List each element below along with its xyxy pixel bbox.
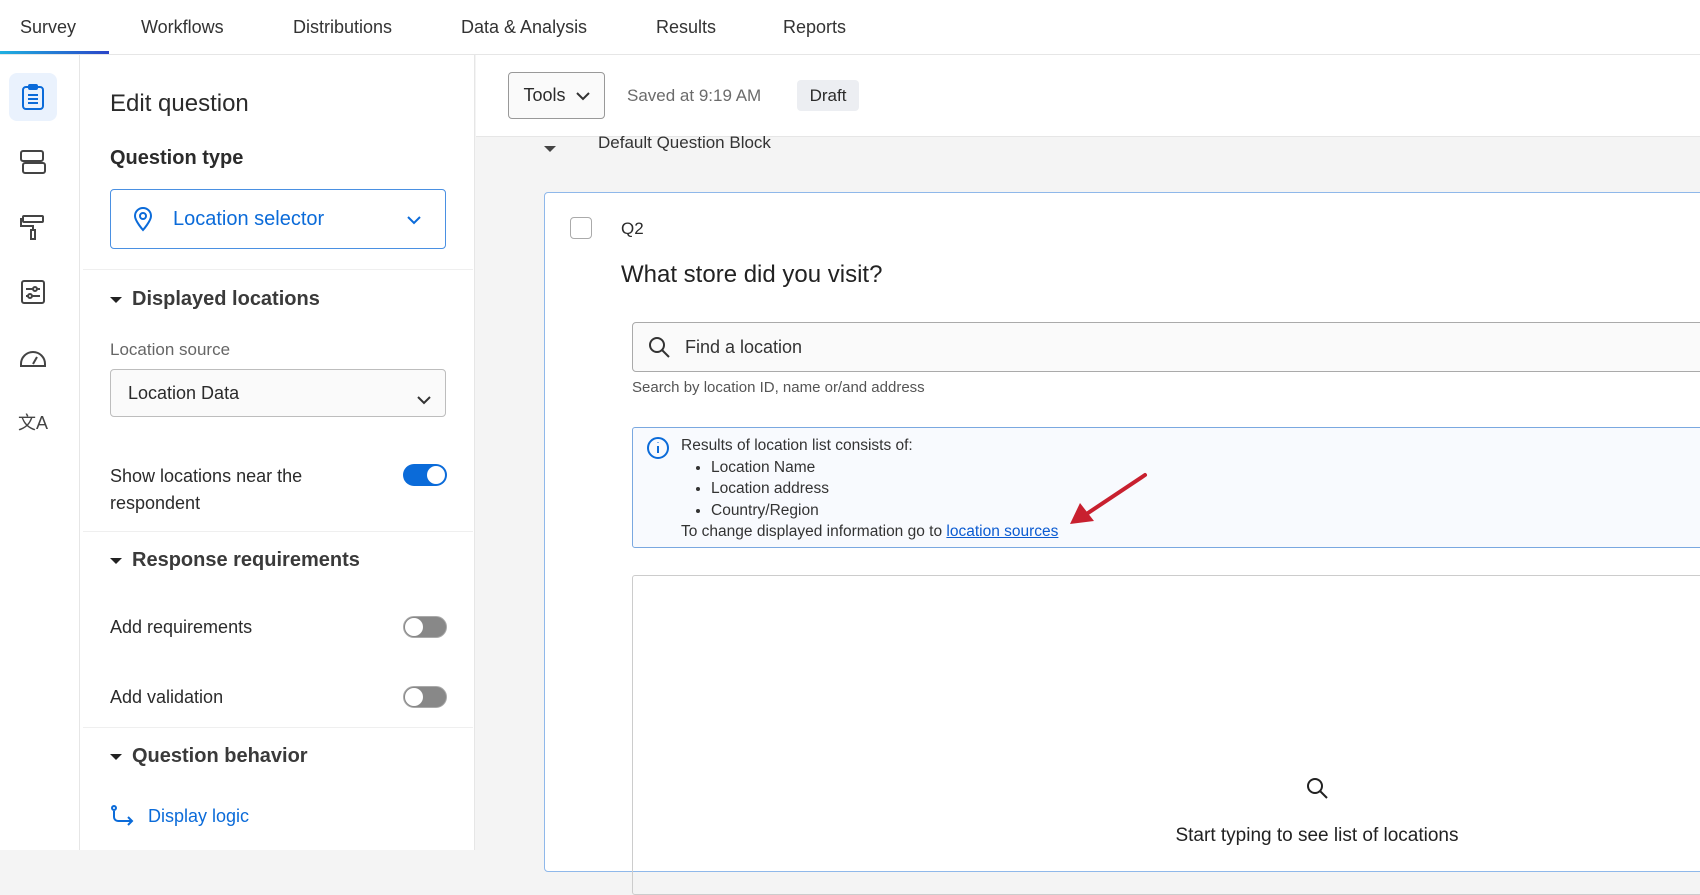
response-requirements-heading[interactable]: Response requirements [110,549,360,572]
active-tab-indicator [0,51,109,54]
tab-survey[interactable]: Survey [20,17,76,38]
tab-workflows[interactable]: Workflows [141,17,224,38]
location-pin-icon [133,207,153,232]
caret-down-icon [110,557,122,564]
info-box: Results of location list consists of: Lo… [632,427,1700,548]
chevron-down-icon [417,389,431,410]
info-icon [647,437,669,459]
translate-icon[interactable]: 文A [9,398,57,446]
add-requirements-label: Add requirements [110,617,253,637]
empty-state-text: Start typing to see list of locations [1175,825,1459,846]
info-item: Location address [711,478,1700,500]
location-source-select[interactable]: Location Data [110,369,446,417]
divider [83,269,473,270]
divider [83,531,473,532]
location-search-input[interactable]: Find a location [632,322,1700,372]
divider [83,727,473,728]
tools-button[interactable]: Tools [508,72,605,119]
blocks-icon[interactable] [9,138,57,186]
location-results-area: Start typing to see list of locations [632,575,1700,895]
tab-reports[interactable]: Reports [783,17,846,38]
search-icon [649,337,670,358]
info-intro: Results of location list consists of: [681,437,913,454]
question-type-label: Question type [110,147,244,169]
add-validation-label: Add validation [110,687,224,707]
displayed-locations-heading[interactable]: Displayed locations [110,288,320,311]
search-help-text: Search by location ID, name or/and addre… [632,379,925,396]
question-type-value: Location selector [173,207,325,230]
tab-results[interactable]: Results [656,17,716,38]
display-logic-icon [111,805,134,826]
question-behavior-heading[interactable]: Question behavior [110,745,308,768]
question-type-dropdown[interactable]: Location selector [110,189,446,249]
survey-questions-icon[interactable] [9,73,57,121]
location-source-label: Location source [110,340,231,359]
panel-title: Edit question [110,90,249,117]
draft-badge: Draft [797,80,859,111]
question-id: Q2 [621,219,644,238]
top-nav: Survey Workflows Distributions Data & An… [0,0,1700,55]
look-and-feel-icon[interactable] [9,203,57,251]
info-footer: To change displayed information go to [681,523,947,540]
tool-rail: 文A [0,55,80,850]
question-text[interactable]: What store did you visit? [621,261,882,289]
show-near-toggle[interactable] [403,464,447,486]
survey-options-icon[interactable] [9,268,57,316]
saved-status: Saved at 9:19 AM [627,86,762,105]
add-validation-toggle[interactable] [403,686,447,708]
chevron-down-icon [575,91,590,100]
tab-data-analysis[interactable]: Data & Analysis [461,17,587,38]
survey-toolbar: Tools Saved at 9:19 AM Draft [476,55,1700,137]
chevron-down-icon [407,208,421,231]
survey-checker-icon[interactable] [9,333,57,381]
add-requirements-toggle[interactable] [403,616,447,638]
caret-down-icon [110,753,122,760]
question-checkbox[interactable] [570,217,592,239]
display-logic-link[interactable]: Display logic [110,805,249,827]
caret-down-icon [110,296,122,303]
info-item: Country/Region [711,500,1700,522]
edit-question-panel: Edit question Question type Location sel… [80,55,475,850]
search-icon [1307,778,1328,799]
annotation-arrow [1070,473,1147,524]
info-item: Location Name [711,457,1700,479]
show-near-label: Show locations near the respondent [110,466,303,513]
location-sources-link[interactable]: location sources [946,523,1058,540]
location-source-value: Location Data [128,382,240,403]
tab-distributions[interactable]: Distributions [293,17,392,38]
block-title: Default Question Block [598,133,771,152]
block-collapse-icon[interactable] [544,146,556,152]
